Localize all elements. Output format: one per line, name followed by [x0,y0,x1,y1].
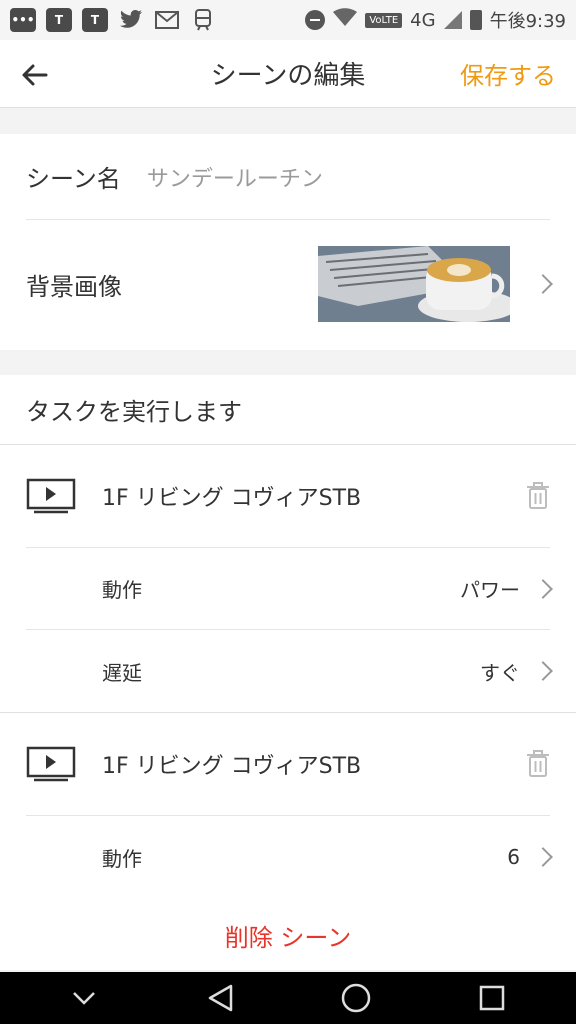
save-button[interactable]: 保存する [460,56,556,91]
task-device-row[interactable]: 1F リビング コヴィアSTB [26,445,550,548]
battery-icon [469,10,482,30]
trash-icon[interactable] [526,750,550,778]
background-image-row[interactable]: 背景画像 [26,220,553,348]
chevron-right-icon [533,661,553,681]
nav-back-button[interactable] [200,978,240,1018]
mail-icon [154,8,180,32]
scene-name-row[interactable]: シーン名 サンデールーチン [26,134,550,220]
circle-home-icon [341,983,371,1013]
more-icon: ••• [10,8,36,32]
app-bar: シーンの編集 保存する [0,40,576,108]
scene-info-section: シーン名 サンデールーチン 背景画像 [0,134,576,350]
param-value: 6 [507,845,520,869]
volte-badge: VoLTE [365,12,403,28]
trash-icon[interactable] [526,482,550,510]
arrow-left-icon [22,64,48,86]
twitter-icon [118,8,144,32]
param-value: パワー [460,578,520,602]
param-label: 遅延 [102,660,142,685]
triangle-back-icon [208,984,233,1012]
task-param-row[interactable]: 動作 パワー [26,548,553,630]
background-image-label: 背景画像 [26,272,122,301]
hide-keyboard-button[interactable] [64,978,104,1018]
param-value: すぐ [480,660,520,685]
device-name: 1F リビング コヴィアSTB [102,754,362,779]
task-param-row[interactable]: 動作 6 [26,816,553,898]
scene-name-label: シーン名 [26,165,121,193]
wifi-icon [333,7,358,33]
chevron-right-icon [533,847,553,867]
param-label: 動作 [102,846,142,871]
tv-icon [26,746,76,782]
chevron-down-icon [73,992,95,1005]
task-param-row[interactable]: 遅延 すぐ [26,630,553,712]
background-thumbnail[interactable] [318,246,510,322]
tasks-header: タスクを実行します [0,375,576,445]
network-type: 4G [410,9,436,31]
dnd-icon [305,10,326,30]
signal-icon [443,11,462,29]
delete-scene-area: 削除 シーン [0,900,576,970]
train-icon [190,8,216,32]
back-button[interactable] [18,58,52,92]
nav-recents-button[interactable] [472,978,512,1018]
square-recents-icon [479,985,505,1011]
t-app-icon: T [46,8,72,32]
param-label: 動作 [102,578,142,602]
chevron-right-icon [533,578,553,599]
nav-home-button[interactable] [336,978,376,1018]
t-app-icon-2: T [82,8,108,32]
scene-name-input[interactable]: サンデールーチン [147,161,323,193]
tasks-section: タスクを実行します 1F リビング コヴィアSTB 動作 パワー 遅延 すぐ 1… [0,375,576,900]
task-device-row[interactable]: 1F リビング コヴィアSTB [26,713,550,816]
clock: 午後9:39 [489,11,566,32]
status-bar: ••• T T VoLTE 4G 午後9:39 [0,0,576,40]
device-name: 1F リビング コヴィアSTB [102,486,362,511]
tv-icon [26,478,76,514]
navigation-bar [0,972,576,1024]
chevron-right-icon [533,274,553,294]
delete-scene-button[interactable]: 削除 シーン [225,918,351,953]
